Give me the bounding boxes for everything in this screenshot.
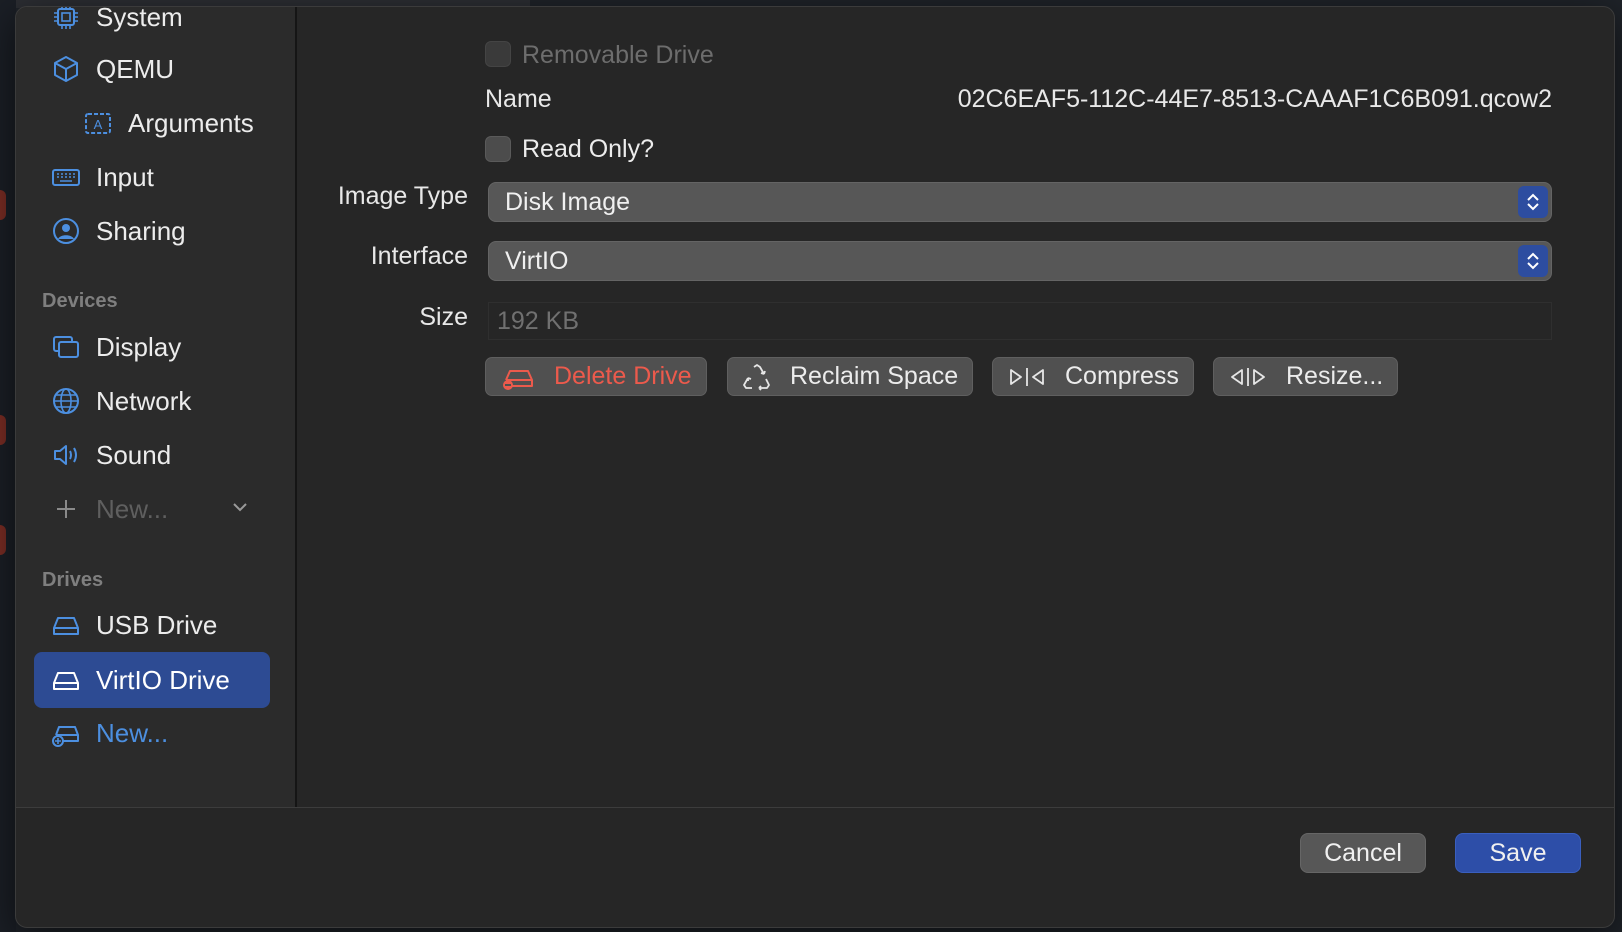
resize-button[interactable]: Resize... [1213,357,1399,396]
reclaim-space-button[interactable]: Reclaim Space [727,357,974,396]
resize-icon [1228,365,1268,389]
interface-label: Interface [370,242,468,270]
size-label: Size [419,303,468,331]
removable-drive-checkbox[interactable] [485,41,511,67]
read-only-label: Read Only? [522,135,655,163]
sidebar-item-label: Sound [96,439,172,470]
cpu-icon [48,7,84,32]
reclaim-space-label: Reclaim Space [790,362,959,390]
delete-drive-label: Delete Drive [554,362,692,390]
arguments-icon: A [80,108,116,138]
display-icon [48,332,84,362]
drive-icon [48,665,84,695]
delete-drive-button[interactable]: Delete Drive [485,357,707,396]
person-circle-icon [48,216,84,246]
cancel-button[interactable]: Cancel [1300,833,1426,873]
sidebar-item-system[interactable]: System [34,6,270,45]
sidebar-item-usb-drive[interactable]: USB Drive [34,597,270,653]
image-type-select[interactable]: Disk Image [488,182,1552,222]
size-placeholder: 192 KB [497,307,580,335]
compress-button[interactable]: Compress [992,357,1194,396]
sidebar-item-label: Display [96,331,182,362]
sidebar-item-arguments[interactable]: A Arguments [34,95,270,151]
sidebar-item-label: Arguments [128,107,254,138]
new-drive-button[interactable]: New... [34,705,270,761]
add-drive-icon [48,718,84,748]
sidebar-item-label: QEMU [96,53,174,84]
devices-section-header: Devices [42,290,118,312]
background-indicator [0,190,6,220]
background-indicator [0,525,6,555]
sidebar-item-label: VirtIO Drive [96,664,230,695]
globe-icon [48,386,84,416]
sidebar-item-label: Input [96,161,154,192]
interface-select[interactable]: VirtIO [488,241,1552,281]
drive-icon [48,610,84,640]
sidebar-item-label: System [96,6,183,32]
background-window-edge [0,0,16,932]
name-value: 02C6EAF5-112C-44E7-8513-CAAAF1C6B091.qco… [957,85,1552,113]
save-button[interactable]: Save [1455,833,1581,873]
sidebar-item-sound[interactable]: Sound [34,427,270,483]
recycle-icon [742,363,772,391]
sidebar-item-sharing[interactable]: Sharing [34,203,270,259]
sidebar-item-input[interactable]: Input [34,149,270,205]
new-device-button[interactable]: New... [34,481,270,537]
settings-sheet: System QEMU A Arguments Input Sharing De… [15,6,1615,928]
select-arrows-icon [1518,186,1548,218]
speaker-icon [48,440,84,470]
new-device-label: New... [96,493,169,524]
read-only-checkbox[interactable] [485,136,511,162]
sidebar-item-virtio-drive[interactable]: VirtIO Drive [34,652,270,708]
chevron-down-icon [233,503,247,512]
footer-divider [16,807,1614,808]
background-indicator [0,415,6,445]
delete-drive-icon [500,363,536,391]
removable-drive-label: Removable Drive [522,41,714,69]
image-type-value: Disk Image [505,188,631,216]
compress-label: Compress [1065,362,1179,390]
sidebar-item-qemu[interactable]: QEMU [34,41,270,97]
select-arrows-icon [1518,245,1548,277]
svg-text:A: A [94,117,103,132]
sidebar-item-label: USB Drive [96,609,218,640]
plus-icon [48,494,84,524]
keyboard-icon [48,162,84,192]
drives-section-header: Drives [42,569,104,591]
sidebar-item-network[interactable]: Network [34,373,270,429]
image-type-label: Image Type [337,182,468,210]
resize-label: Resize... [1286,362,1384,390]
new-drive-label: New... [96,717,169,748]
compress-icon [1007,365,1047,389]
sidebar-item-label: Network [96,385,192,416]
interface-value: VirtIO [505,247,569,275]
sidebar: System QEMU A Arguments Input Sharing De… [16,7,297,807]
sidebar-item-display[interactable]: Display [34,319,270,375]
cube-icon [48,54,84,84]
sidebar-item-label: Sharing [96,215,186,246]
name-label: Name [485,85,552,113]
size-field[interactable]: 192 KB [488,302,1552,340]
